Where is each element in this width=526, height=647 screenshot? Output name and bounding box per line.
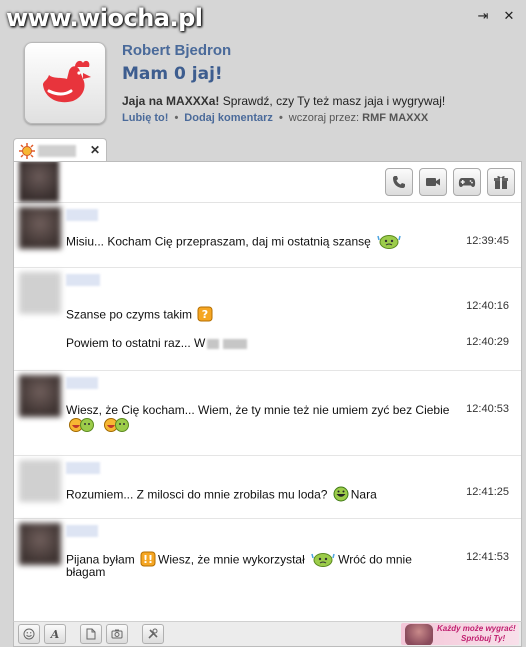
timestamp: 12:41:25 [466,486,509,498]
contact-avatar [19,162,59,202]
video-icon[interactable] [419,168,447,196]
close-icon[interactable]: ✕ [502,8,516,24]
tab-contact-name [38,145,76,157]
window-controls: ⇥ ✕ [476,8,516,24]
grin-emoticon-icon [333,486,349,505]
phone-icon[interactable] [385,168,413,196]
comment-link[interactable]: Dodaj komentarz [184,112,273,124]
message-text: Misiu... Kocham Cię przepraszam, daj mi … [66,233,404,252]
avatar [19,460,61,502]
chat-toolbar: A Każdy może wygrać! Spróbuj Ty! [13,621,522,647]
sender-name [66,209,98,221]
message-text: Pijana byłam !! Wiesz, że mnie wykorzysta… [66,551,412,570]
message-group: Pijana byłam !! Wiesz, że mnie wykorzysta… [14,519,521,607]
ad-text: Każdy może wygrać! [437,624,516,633]
message-text-part: Wróć do mnie [338,552,412,567]
advertisement-banner[interactable]: Każdy może wygrać! Spróbuj Ty! [401,623,519,645]
sender-name [66,525,98,537]
notification-desc-bold: Jaja na MAXXXa! [122,94,220,108]
timestamp: 12:41:53 [466,551,509,563]
via-prefix: wczoraj przez: [288,112,363,124]
question-emoticon-icon: ? [197,306,213,325]
via-label: wczoraj przez: RMF MAXXX [289,112,428,124]
message-text-part: Szanse po czyms takim [66,307,193,322]
call-buttons [385,168,515,196]
sender-name [66,377,98,389]
laugh-emoticon-icon [68,417,96,436]
sun-avatar-icon [19,143,35,159]
svg-text:!!: !! [143,553,153,566]
timestamp: 12:40:16 [466,300,509,312]
tab-close-icon[interactable]: ✕ [90,143,100,157]
notification-name[interactable]: Robert Bjedron [122,42,231,59]
blurred-text [223,338,248,349]
sad-green-emoticon-icon [310,551,336,570]
rooster-icon[interactable] [24,42,106,124]
tools-icon[interactable] [142,624,164,644]
chat-header [14,162,521,203]
like-link[interactable]: Lubię to! [122,112,168,124]
avatar [19,272,61,314]
laugh-emoticon-icon [103,417,131,436]
message-text: Rozumiem... Z milosci do mnie zrobilas m… [66,486,377,505]
svg-text:?: ? [202,308,208,321]
file-icon[interactable] [80,624,102,644]
watermark: www.wiocha.pl [6,4,203,32]
chat-window: Misiu... Kocham Cię przepraszam, daj mi … [13,161,522,623]
separator-dot: • [278,112,283,124]
timestamp: 12:40:29 [466,336,509,348]
message-text: Powiem to ostatni raz... W [66,336,249,350]
timestamp: 12:40:53 [466,403,509,415]
message-text-part: Wiesz, że Cię kocham... Wiem, że ty mnie… [66,403,450,417]
notification-actions: Lubię to! • Dodaj komentarz • wczoraj przez:… [122,112,428,124]
avatar [19,523,61,565]
notification-desc-rest: Sprawdź, czy Ty też masz jaja i wygrywaj… [219,94,446,108]
message-text-part: Misiu... Kocham Cię przepraszam, daj mi … [66,234,371,249]
gamepad-icon[interactable] [453,168,481,196]
message-group: Misiu... Kocham Cię przepraszam, daj mi … [14,203,521,268]
blurred-text [207,338,220,349]
message-text-part: Nara [350,487,377,502]
minimize-icon[interactable]: ⇥ [476,8,490,24]
message-text: Szanse po czyms takim ? [66,306,215,325]
ad-text: Spróbuj Ty! [461,634,506,643]
avatar [19,375,61,417]
notification-description: Jaja na MAXXXa! Sprawdź, czy Ty też masz… [122,94,445,108]
emoticon-row [66,417,133,436]
camera-icon[interactable] [106,624,128,644]
message-text-part: Rozumiem... Z milosci do mnie zrobilas m… [66,487,328,502]
message-group: Rozumiem... Z milosci do mnie zrobilas m… [14,456,521,519]
message-text-continued: błagam [66,565,106,579]
notification-title: Mam 0 jaj! [122,64,223,84]
font-icon[interactable]: A [44,624,66,644]
chat-tab[interactable]: ✕ [13,138,107,163]
smiley-icon[interactable] [18,624,40,644]
timestamp: 12:39:45 [466,235,509,247]
separator-dot: • [174,112,179,124]
sad-green-emoticon-icon [376,233,402,252]
message-text: Wiesz, że Cię kocham... Wiem, że ty mnie… [66,403,449,417]
notification-panel: Robert Bjedron Mam 0 jaj! Jaja na MAXXXa… [12,32,516,132]
sender-name [66,462,100,474]
gift-icon[interactable] [487,168,515,196]
message-group: Szanse po czyms takim ? 12:40:16 Powiem … [14,268,521,371]
via-source: RMF MAXXX [362,112,429,124]
sender-name [66,274,100,286]
message-text-part: Powiem to ostatni raz... W [66,336,206,350]
exclaim-emoticon-icon: !! [140,551,156,570]
message-text-part: Wiesz, że mnie wykorzystał [158,552,305,567]
avatar [19,207,61,249]
ad-image [405,624,433,645]
message-group: Wiesz, że Cię kocham... Wiem, że ty mnie… [14,371,521,456]
